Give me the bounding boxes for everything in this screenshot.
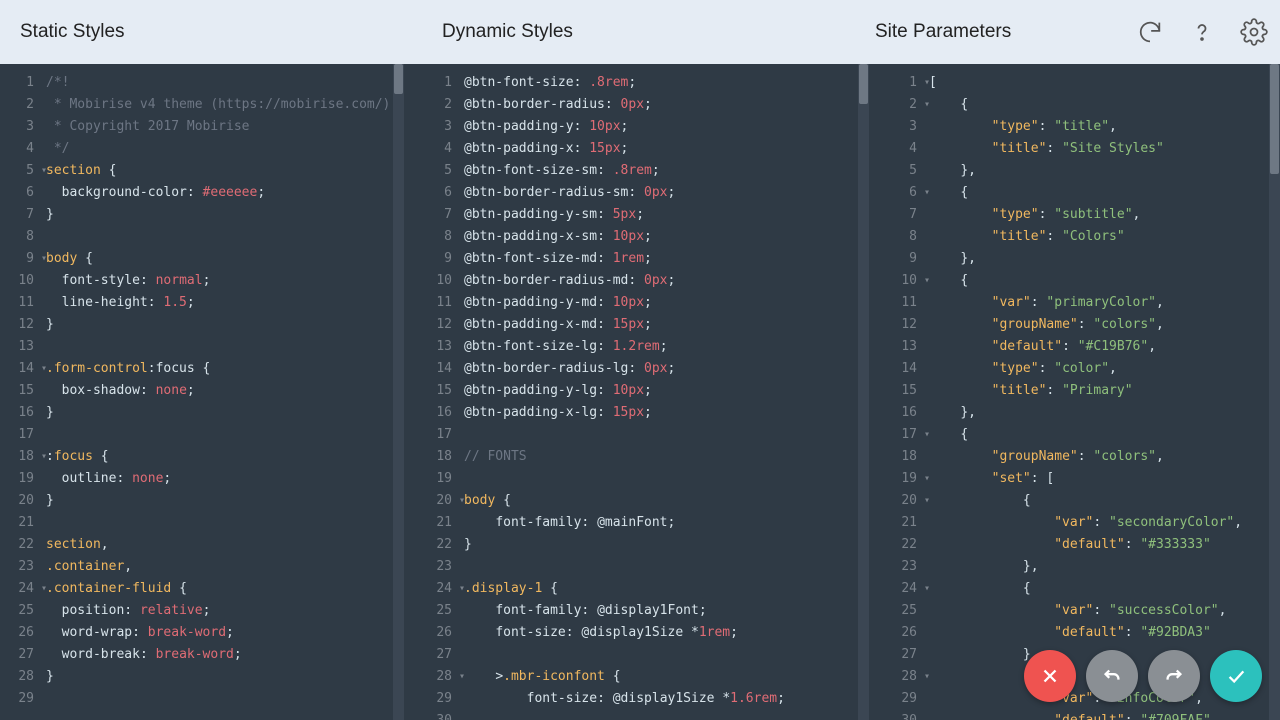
header-bar: Static Styles Dynamic Styles Site Parame…: [0, 0, 1280, 64]
gutter: 1▾2▾3456▾78910▾11121314151617▾1819▾20▾21…: [883, 64, 921, 720]
editor-dynamic-styles[interactable]: 1234567891011121314151617181920▾21222324…: [418, 64, 869, 720]
confirm-button[interactable]: [1210, 650, 1262, 702]
scrollbar[interactable]: [393, 64, 404, 720]
gutter: 12345▾6789▾1011121314▾15161718▾192021222…: [0, 64, 38, 720]
cancel-button[interactable]: [1024, 650, 1076, 702]
settings-icon[interactable]: [1240, 18, 1268, 46]
scrollbar[interactable]: [858, 64, 869, 720]
undo-button[interactable]: [1086, 650, 1138, 702]
help-icon[interactable]: [1188, 18, 1216, 46]
scrollbar[interactable]: [1269, 64, 1280, 720]
header-icon-group: [1136, 18, 1268, 46]
editor-row: 12345▾6789▾1011121314▾15161718▾192021222…: [0, 64, 1280, 720]
editor-static-styles[interactable]: 12345▾6789▾1011121314▾15161718▾192021222…: [0, 64, 404, 720]
tab-dynamic-styles[interactable]: Dynamic Styles: [442, 21, 573, 43]
code-area[interactable]: [ { "type": "title", "title": "Site Styl…: [921, 64, 1280, 720]
redo-button[interactable]: [1148, 650, 1200, 702]
scroll-thumb[interactable]: [394, 64, 403, 94]
tab-site-parameters[interactable]: Site Parameters: [875, 21, 1011, 43]
gutter: 1234567891011121314151617181920▾21222324…: [418, 64, 456, 720]
tab-static-styles[interactable]: Static Styles: [20, 21, 125, 43]
refresh-icon[interactable]: [1136, 18, 1164, 46]
code-area[interactable]: /*! * Mobirise v4 theme (https://mobiris…: [38, 64, 404, 720]
scroll-thumb[interactable]: [859, 64, 868, 104]
editor-site-parameters[interactable]: 1▾2▾3456▾78910▾11121314151617▾1819▾20▾21…: [883, 64, 1280, 720]
scroll-thumb[interactable]: [1270, 64, 1279, 174]
code-area[interactable]: @btn-font-size: .8rem;@btn-border-radius…: [456, 64, 869, 720]
fab-row: [1024, 650, 1262, 702]
